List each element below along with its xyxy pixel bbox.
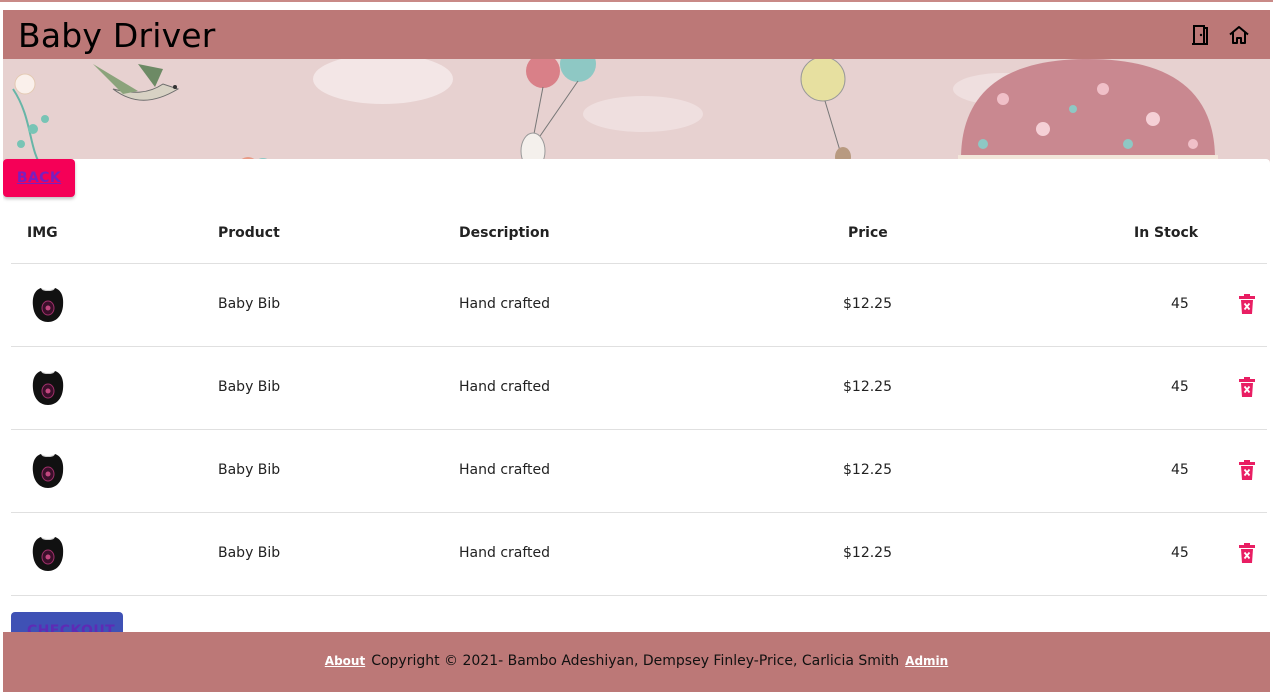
product-image <box>32 454 64 488</box>
footer: About Copyright © 2021- Bambo Adeshiyan, … <box>3 632 1270 692</box>
table-header: IMG Product Description Price In Stock <box>11 197 1267 264</box>
product-name: Baby Bib <box>218 296 281 312</box>
delete-icon[interactable] <box>1239 377 1255 397</box>
product-description: Hand crafted <box>459 379 551 395</box>
delete-icon[interactable] <box>1239 460 1255 480</box>
product-stock: 45 <box>1171 296 1189 312</box>
product-image <box>32 288 64 322</box>
admin-link[interactable]: Admin <box>905 654 948 668</box>
product-price: $12.25 <box>843 379 892 395</box>
product-name: Baby Bib <box>218 462 281 478</box>
page: Baby Driver BACK IMG Product Description… <box>3 10 1270 692</box>
product-name: Baby Bib <box>218 545 281 561</box>
table-row: Baby Bib Hand crafted $12.25 45 <box>11 430 1267 513</box>
table-row: Baby Bib Hand crafted $12.25 45 <box>11 347 1267 430</box>
product-stock: 45 <box>1171 462 1189 478</box>
product-price: $12.25 <box>843 296 892 312</box>
product-name: Baby Bib <box>218 379 281 395</box>
product-description: Hand crafted <box>459 545 551 561</box>
column-header-price: Price <box>848 225 888 241</box>
column-header-description: Description <box>459 225 550 241</box>
decorative-banner <box>3 59 1270 169</box>
product-price: $12.25 <box>843 545 892 561</box>
column-header-product: Product <box>218 225 280 241</box>
home-icon[interactable] <box>1227 23 1251 47</box>
product-description: Hand crafted <box>459 462 551 478</box>
bird <box>93 64 180 101</box>
cart-card: BACK IMG Product Description Price In St… <box>3 159 1270 652</box>
table-row: Baby Bib Hand crafted $12.25 45 <box>11 264 1267 347</box>
column-header-img: IMG <box>27 225 58 241</box>
product-image <box>32 537 64 571</box>
product-image <box>32 371 64 405</box>
product-description: Hand crafted <box>459 296 551 312</box>
table-row: Baby Bib Hand crafted $12.25 45 <box>11 513 1267 596</box>
top-border <box>0 0 1273 2</box>
footer-content: About Copyright © 2021- Bambo Adeshiyan, … <box>3 653 1270 669</box>
flower-branch <box>12 73 49 169</box>
banner-illustration <box>12 59 1218 169</box>
delete-icon[interactable] <box>1239 294 1255 314</box>
app-bar: Baby Driver <box>3 10 1270 59</box>
app-title: Baby Driver <box>18 16 216 55</box>
column-header-in-stock: In Stock <box>1134 225 1199 241</box>
cart-table: IMG Product Description Price In Stock B… <box>11 197 1267 596</box>
product-stock: 45 <box>1171 379 1189 395</box>
product-price: $12.25 <box>843 462 892 478</box>
copyright-text: Copyright © 2021- Bambo Adeshiyan, Demps… <box>371 653 900 669</box>
delete-icon[interactable] <box>1239 543 1255 563</box>
about-link[interactable]: About <box>325 654 365 668</box>
back-button[interactable]: BACK <box>3 159 75 197</box>
product-stock: 45 <box>1171 545 1189 561</box>
door-icon[interactable] <box>1188 23 1212 47</box>
